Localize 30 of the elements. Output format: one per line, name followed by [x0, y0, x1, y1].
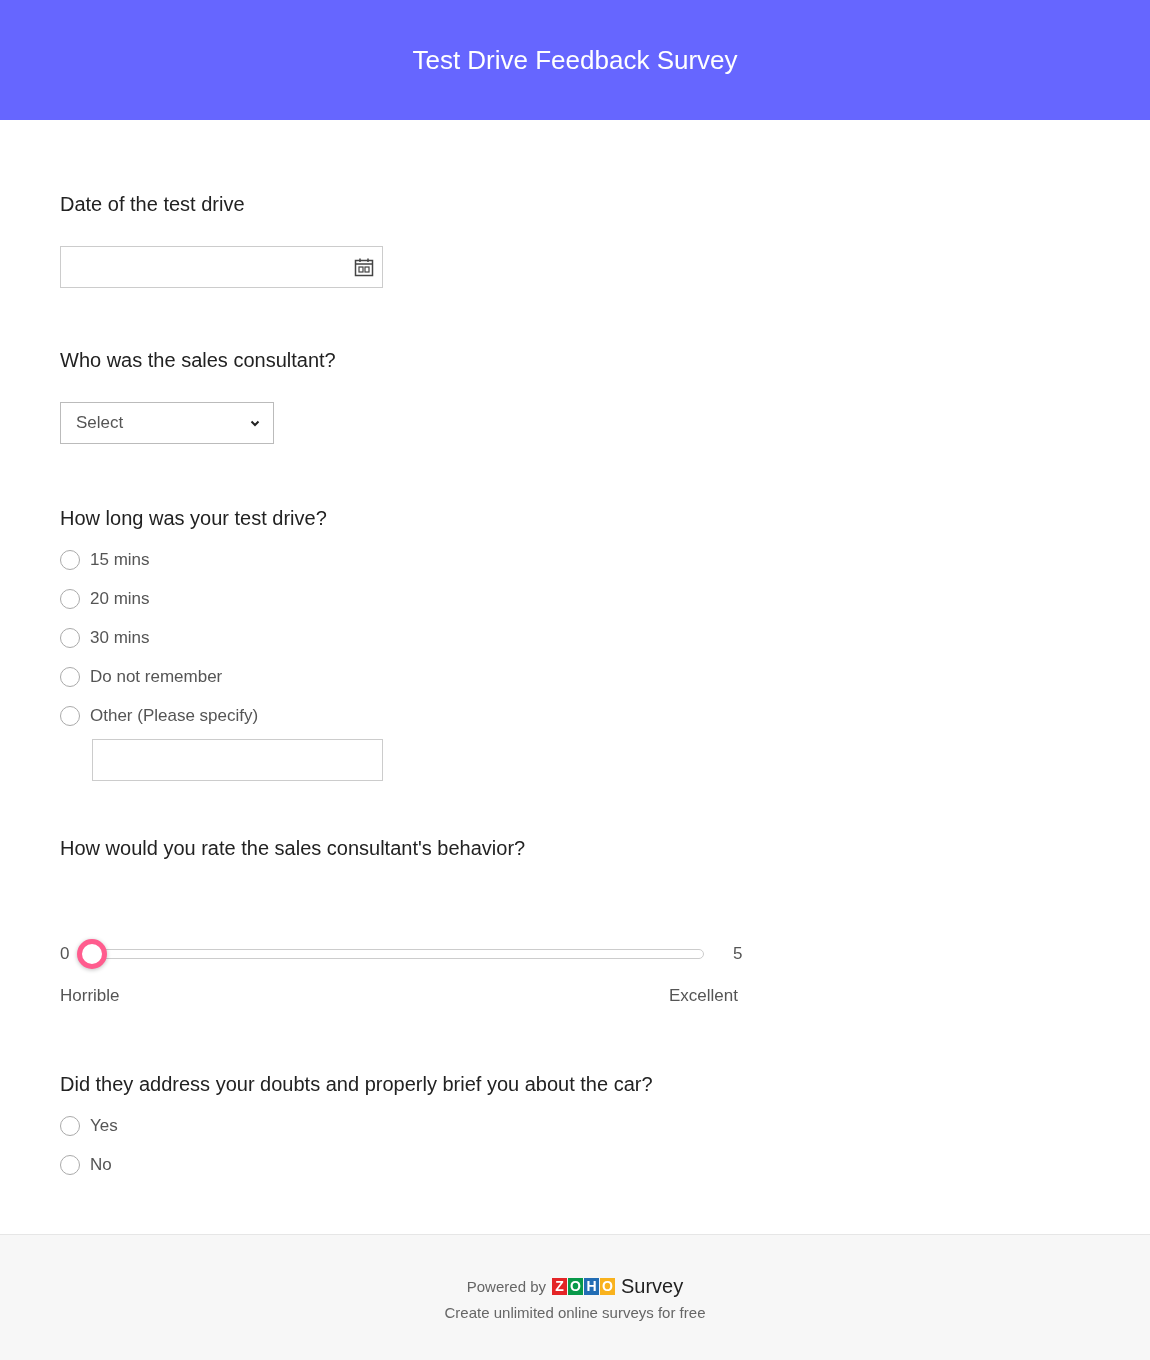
question-label: Did they address your doubts and properly brief you about the car?	[60, 1072, 654, 1096]
tagline-link[interactable]: Create unlimited online surveys for free	[444, 1303, 706, 1321]
radio-option[interactable]: No	[60, 1153, 112, 1177]
chevron-icon	[250, 419, 260, 427]
slider-min-value: 0	[60, 944, 70, 964]
product-name: Survey	[621, 1274, 684, 1298]
survey-title: Test Drive Feedback Survey	[412, 44, 738, 76]
radio-option[interactable]: Other (Please specify)	[60, 704, 259, 728]
consultant-dropdown[interactable]: Select	[60, 402, 274, 444]
slider-thumb[interactable]	[77, 939, 107, 969]
slider-max-value: 5	[733, 944, 743, 964]
logo-tile: O	[600, 1277, 615, 1295]
slider-max-label: Excellent	[669, 986, 738, 1006]
logo-tile: Z	[552, 1277, 567, 1295]
radio-option[interactable]: Do not remember	[60, 665, 223, 689]
radio-option[interactable]: 20 mins	[60, 587, 150, 611]
date-field[interactable]	[60, 246, 383, 288]
question-label: How would you rate the sales consultant's behavior?	[60, 836, 527, 860]
question-label: Who was the sales consultant?	[60, 348, 337, 372]
question-label: Date of the test drive	[60, 192, 246, 216]
other-input-field[interactable]	[92, 739, 383, 781]
radio-option[interactable]: 30 mins	[60, 626, 150, 650]
radio-option[interactable]: 15 mins	[60, 548, 150, 572]
logo-tile: O	[568, 1277, 583, 1295]
calendar-icon[interactable]	[354, 257, 374, 277]
powered-by-text: Powered by	[466, 1277, 546, 1295]
logo-tile: H	[584, 1277, 599, 1295]
slider-min-label: Horrible	[60, 986, 120, 1006]
radio-option[interactable]: Yes	[60, 1114, 118, 1138]
question-label: How long was your test drive?	[60, 506, 328, 530]
